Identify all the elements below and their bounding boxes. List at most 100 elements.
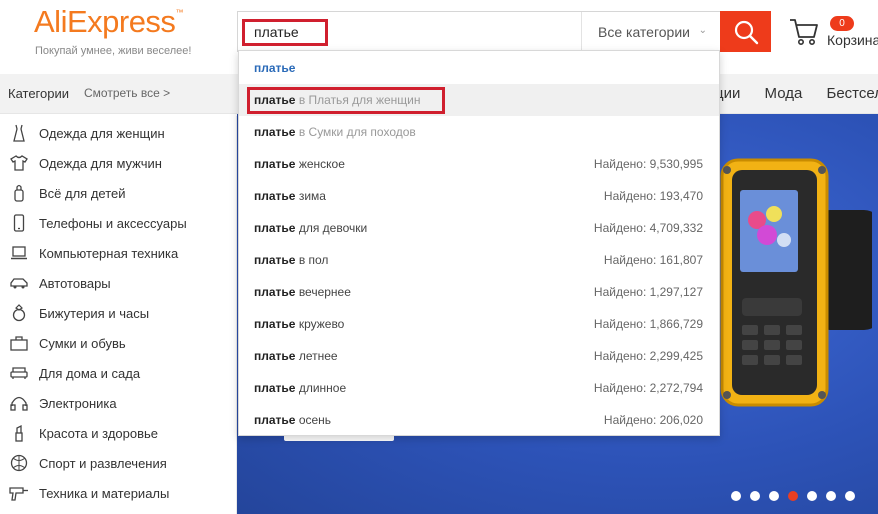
category-select[interactable]: Все категории ⌄ — [581, 12, 721, 51]
search-icon — [734, 20, 758, 44]
suggestion-item[interactable]: платье — [239, 52, 719, 84]
carousel-dot[interactable] — [731, 491, 741, 501]
sidebar-item-label: Одежда для мужчин — [39, 155, 162, 171]
sidebar-item-label: Спорт и развлечения — [39, 455, 167, 471]
sidebar-item-label: Компьютерная техника — [39, 245, 179, 261]
suggestion-text: платье вечернее — [254, 285, 351, 299]
sidebar-item[interactable]: Телефоны и аксессуары — [0, 208, 236, 238]
cart-icon — [790, 19, 818, 45]
sidebar-item-label: Бижутерия и часы — [39, 305, 150, 321]
cart-label: Корзина — [827, 32, 878, 48]
lipstick-icon — [9, 423, 29, 443]
sidebar-item[interactable]: Автотовары — [0, 268, 236, 298]
sidebar-item[interactable]: Одежда для мужчин — [0, 148, 236, 178]
sidebar-item[interactable]: Спорт и развлечения — [0, 448, 236, 478]
laptop-icon — [9, 243, 29, 263]
suggestion-item[interactable]: платье женское Найдено: 9,530,995 — [239, 148, 719, 180]
carousel-dot[interactable] — [845, 491, 855, 501]
suggestion-item[interactable]: платье в Сумки для походов — [239, 116, 719, 148]
suggestion-count: Найдено: 1,297,127 — [593, 285, 703, 299]
sidebar-item[interactable]: Бижутерия и часы — [0, 298, 236, 328]
carousel-dot[interactable] — [750, 491, 760, 501]
car-icon — [9, 273, 29, 293]
suggestion-count: Найдено: 2,272,794 — [593, 381, 703, 395]
suggestion-count: Найдено: 161,807 — [603, 253, 703, 267]
sidebar-item-label: Одежда для женщин — [39, 125, 165, 141]
suggestion-text: платье — [254, 61, 296, 75]
suggestion-item[interactable]: платье для девочки Найдено: 4,709,332 — [239, 212, 719, 244]
category-select-label: Все категории — [598, 23, 690, 40]
sofa-icon — [9, 363, 29, 383]
sidebar-item-label: Сумки и обувь — [39, 335, 126, 351]
tagline: Покупай умнее, живи веселее! — [35, 45, 192, 57]
suggestion-item[interactable]: платье длинное Найдено: 2,272,794 — [239, 372, 719, 404]
search-box: Все категории ⌄ — [237, 11, 721, 52]
sidebar-item[interactable]: Электроника — [0, 388, 236, 418]
see-all-link[interactable]: Смотреть все > — [84, 86, 170, 100]
sidebar-item-label: Автотовары — [39, 275, 111, 291]
suggestion-text: платье длинное — [254, 381, 347, 395]
suggestion-item[interactable]: платье летнее Найдено: 2,299,425 — [239, 340, 719, 372]
suggestion-text: платье женское — [254, 157, 345, 171]
suggestion-text: платье в Платья для женщин — [254, 93, 421, 107]
sidebar-item[interactable]: Сумки и обувь — [0, 328, 236, 358]
aliexpress-logo[interactable]: AliExpress™ — [34, 4, 183, 40]
sidebar-item-label: Для дома и сада — [39, 365, 141, 381]
suggestion-count: Найдено: 206,020 — [603, 413, 703, 427]
suggestion-text: платье летнее — [254, 349, 338, 363]
suggestion-count: Найдено: 9,530,995 — [593, 157, 703, 171]
sidebar-item[interactable]: Всё для детей — [0, 178, 236, 208]
baby-bottle-icon — [9, 183, 29, 203]
drill-icon — [9, 483, 29, 503]
sidebar-item[interactable]: Компьютерная техника — [0, 238, 236, 268]
search-suggestions-dropdown: платье платье в Платья для женщин платье в… — [238, 50, 720, 436]
sidebar-item[interactable]: Красота и здоровье — [0, 418, 236, 448]
headphones-icon — [9, 393, 29, 413]
smartwatch-image — [720, 158, 872, 407]
carousel-dot[interactable] — [788, 491, 798, 501]
search-button[interactable] — [720, 11, 771, 52]
sidebar-item-label: Всё для детей — [39, 185, 126, 201]
nav-link-fashion[interactable]: Мода — [765, 85, 803, 102]
carousel-dot[interactable] — [807, 491, 817, 501]
suggestion-count: Найдено: 2,299,425 — [593, 349, 703, 363]
suggestion-count: Найдено: 4,709,332 — [593, 221, 703, 235]
carousel-dot[interactable] — [769, 491, 779, 501]
sidebar-item-label: Телефоны и аксессуары — [39, 215, 187, 231]
bag-icon — [9, 333, 29, 353]
shirt-icon — [9, 153, 29, 173]
carousel-dots — [731, 491, 855, 501]
sidebar-item-label: Красота и здоровье — [39, 425, 159, 441]
suggestion-item[interactable]: платье вечернее Найдено: 1,297,127 — [239, 276, 719, 308]
cart-count-badge: 0 — [830, 16, 854, 31]
suggestion-text: платье кружево — [254, 317, 345, 331]
carousel-dot[interactable] — [826, 491, 836, 501]
suggestion-count: Найдено: 193,470 — [603, 189, 703, 203]
suggestion-text: платье осень — [254, 413, 332, 427]
suggestion-count: Найдено: 1,866,729 — [593, 317, 703, 331]
sidebar-item[interactable]: Для дома и сада — [0, 358, 236, 388]
suggestion-text: платье в Сумки для походов — [254, 125, 416, 139]
suggestion-text: платье в пол — [254, 253, 329, 267]
cart-button[interactable]: 0 Корзина — [788, 14, 878, 54]
suggestion-item[interactable]: платье в Платья для женщин — [239, 84, 719, 116]
nav-links: ции Мода Бестселл — [715, 85, 878, 102]
search-input[interactable] — [246, 18, 566, 46]
suggestion-item[interactable]: платье в пол Найдено: 161,807 — [239, 244, 719, 276]
phone-icon — [9, 213, 29, 233]
suggestion-text: платье зима — [254, 189, 326, 203]
sidebar-item[interactable]: Техника и материалы — [0, 478, 236, 508]
chevron-down-icon: ⌄ — [698, 25, 707, 36]
nav-link-bestsellers[interactable]: Бестселл — [826, 85, 878, 102]
suggestion-item[interactable]: платье зима Найдено: 193,470 — [239, 180, 719, 212]
sidebar-item-label: Электроника — [39, 395, 117, 411]
ring-icon — [9, 303, 29, 323]
suggestion-item[interactable]: платье кружево Найдено: 1,866,729 — [239, 308, 719, 340]
dress-icon — [9, 123, 29, 143]
ball-icon — [9, 453, 29, 473]
sidebar-item-label: Техника и материалы — [39, 485, 170, 501]
suggestion-text: платье для девочки — [254, 221, 368, 235]
sidebar-item[interactable]: Одежда для женщин — [0, 118, 236, 148]
categories-label[interactable]: Категории — [8, 86, 69, 101]
suggestion-item[interactable]: платье осень Найдено: 206,020 — [239, 404, 719, 436]
